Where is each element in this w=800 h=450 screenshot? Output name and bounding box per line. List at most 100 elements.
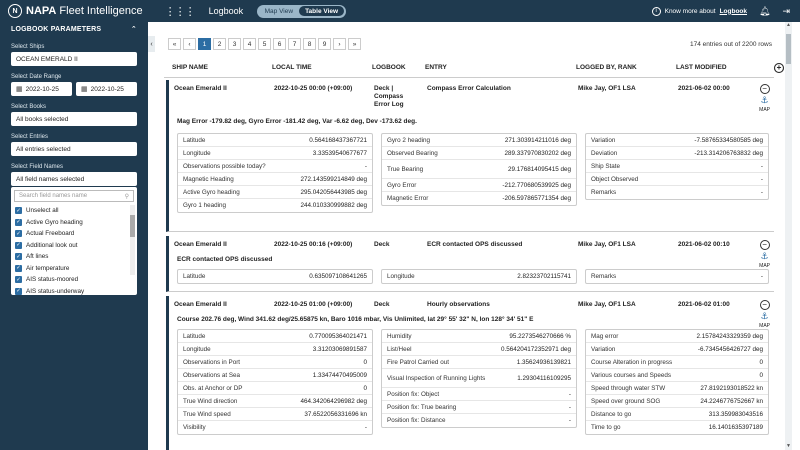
detail-row: Course Alteration in progress 0 xyxy=(586,356,768,369)
logout-icon[interactable]: ⇥ xyxy=(782,6,790,17)
entry-logbook: Deck xyxy=(374,301,390,308)
entry-name: ECR contacted OPS discussed xyxy=(427,241,523,248)
detail-value: 0.635097108641265 xyxy=(309,273,367,280)
field-search-placeholder: Search field names name xyxy=(19,193,88,199)
map-view-toggle[interactable]: Map View xyxy=(259,6,299,16)
entry-actions: − ⚓ MAP xyxy=(759,240,770,269)
field-names-select[interactable]: All field names selected xyxy=(11,172,137,186)
page-prev[interactable]: ‹ xyxy=(183,38,196,50)
col-logbook: LOGBOOK xyxy=(372,64,406,71)
entry-actions: − ⚓ MAP xyxy=(759,84,770,113)
page-1[interactable]: 1 xyxy=(198,38,211,50)
detail-row: Position fix: True bearing - xyxy=(382,401,576,414)
option-item[interactable]: ✓ AIS status-moored xyxy=(11,274,137,286)
table-view-toggle[interactable]: Table View xyxy=(299,6,345,16)
entry-header-row[interactable]: Ocean Emerald II 2022-10-25 00:16 (+09:0… xyxy=(169,236,774,252)
know-more-link[interactable]: i Know more about Logbook xyxy=(651,6,747,16)
map-icon[interactable]: ⚓ xyxy=(761,95,769,106)
page-7[interactable]: 7 xyxy=(288,38,301,50)
detail-value: 3.33539540677677 xyxy=(312,149,367,157)
page-last[interactable]: » xyxy=(348,38,361,50)
checkbox-checked-icon[interactable]: ✓ xyxy=(15,276,22,284)
page-8[interactable]: 8 xyxy=(303,38,316,50)
page-9[interactable]: 9 xyxy=(318,38,331,50)
detail-value: 24.2246776752667 kn xyxy=(700,397,763,405)
date-from-field[interactable]: ▦ 2022-10-25 xyxy=(11,82,72,96)
detail-row: Speed over ground SOG 24.2246776752667 kn xyxy=(586,395,768,408)
options-scroll-thumb[interactable] xyxy=(130,215,135,237)
detail-value: 464.342064296982 deg xyxy=(300,397,367,405)
detail-row: True Wind direction 464.342064296982 deg xyxy=(178,395,372,408)
bell-icon[interactable]: 🔔︎ xyxy=(759,6,770,17)
know-more-logbook-link[interactable]: Logbook xyxy=(720,8,747,15)
detail-row: Obs. at Anchor or DP 0 xyxy=(178,382,372,395)
entries-select[interactable]: All entries selected xyxy=(11,142,137,156)
option-item[interactable]: ✓ Actual Freeboard xyxy=(11,228,137,240)
detail-key: Distance to go xyxy=(591,410,632,418)
sidebar-title: LOGBOOK PARAMETERS xyxy=(11,25,102,33)
detail-value: 272.143599214849 deg xyxy=(300,175,367,183)
page-4[interactable]: 4 xyxy=(243,38,256,50)
entry-time: 2022-10-25 00:00 (+09:00) xyxy=(274,85,353,92)
option-item[interactable]: ✓ Active Gyro heading xyxy=(11,217,137,229)
detail-key: Various courses and Speeds xyxy=(591,371,672,379)
checkbox-checked-icon[interactable]: ✓ xyxy=(15,264,22,272)
scroll-thumb[interactable] xyxy=(786,34,791,64)
checkbox-checked-icon[interactable]: ✓ xyxy=(15,287,22,295)
option-item[interactable]: ✓ AIS status-underway xyxy=(11,286,137,296)
options-scrollbar[interactable] xyxy=(130,205,135,275)
col-local-time: LOCAL TIME xyxy=(272,64,312,71)
detail-row: Magnetic Heading 272.143599214849 deg xyxy=(178,173,372,186)
map-icon[interactable]: ⚓ xyxy=(761,311,769,322)
details-column-3: Variation -7.58765334580585 deg Deviation… xyxy=(585,133,769,200)
details-column-1: Latitude 0.770095364021471 Longitude 3.312… xyxy=(177,329,373,435)
napa-logo[interactable]: N NAPA Fleet Intelligence xyxy=(8,4,143,18)
checkbox-checked-icon[interactable]: ✓ xyxy=(15,253,22,261)
view-toggle[interactable]: Map View Table View xyxy=(257,4,346,18)
page-next[interactable]: › xyxy=(333,38,346,50)
detail-row: Longitude 3.31203069891587 xyxy=(178,343,372,356)
know-more-text: Know more about xyxy=(664,7,716,15)
checkbox-checked-icon[interactable]: ✓ xyxy=(15,207,22,215)
checkbox-checked-icon[interactable]: ✓ xyxy=(15,241,22,249)
option-item[interactable]: ✓ Aft lines xyxy=(11,251,137,263)
detail-value: 1.35624936139821 xyxy=(516,358,571,366)
collapse-sidebar-button[interactable]: ‹ xyxy=(148,36,155,52)
date-to-field[interactable]: ▦ 2022-10-25 xyxy=(76,82,137,96)
detail-row: Various courses and Speeds 0 xyxy=(586,369,768,382)
detail-row: Visibility - xyxy=(178,421,372,434)
page-first[interactable]: « xyxy=(168,38,181,50)
map-icon[interactable]: ⚓ xyxy=(761,251,769,262)
detail-row: Observations in Port 0 xyxy=(178,356,372,369)
apps-grid-icon[interactable]: ⋮⋮⋮ xyxy=(165,5,196,18)
detail-value: 27.8192193018522 kn xyxy=(700,384,763,392)
checkbox-checked-icon[interactable]: ✓ xyxy=(15,218,22,226)
collapse-entry-icon[interactable]: − xyxy=(759,300,770,310)
map-label[interactable]: MAP xyxy=(759,107,770,113)
collapse-entry-icon[interactable]: − xyxy=(759,240,770,250)
scroll-up-icon[interactable]: ▲ xyxy=(785,22,792,29)
option-unselect-all[interactable]: ✓ Unselect all xyxy=(11,205,137,217)
collapse-entry-icon[interactable]: − xyxy=(759,84,770,94)
page-6[interactable]: 6 xyxy=(273,38,286,50)
field-search-input[interactable]: Search field names name ⚲ xyxy=(14,190,134,202)
entry-header-row[interactable]: Ocean Emerald II 2022-10-25 00:00 (+09:0… xyxy=(169,80,774,108)
field-names-label: Select Field Names xyxy=(11,164,64,170)
entry-header-row[interactable]: Ocean Emerald II 2022-10-25 01:00 (+09:0… xyxy=(169,296,774,312)
checkbox-checked-icon[interactable]: ✓ xyxy=(15,230,22,238)
main-scrollbar[interactable]: ▲ ▼ xyxy=(785,22,792,450)
books-select[interactable]: All books selected xyxy=(11,112,137,126)
collapse-all-icon[interactable]: − xyxy=(774,63,784,73)
page-2[interactable]: 2 xyxy=(213,38,226,50)
detail-value: 244.010330999882 deg xyxy=(300,202,367,209)
ships-select[interactable]: OCEAN EMERALD II xyxy=(11,52,137,66)
option-item[interactable]: ✓ Air temperature xyxy=(11,263,137,275)
scroll-down-icon[interactable]: ▼ xyxy=(785,443,792,450)
page-5[interactable]: 5 xyxy=(258,38,271,50)
chevron-up-icon[interactable]: ⌃ xyxy=(131,25,137,33)
detail-row: Variation -7.58765334580585 deg xyxy=(586,134,768,147)
option-item[interactable]: ✓ Additional look out xyxy=(11,240,137,252)
page-3[interactable]: 3 xyxy=(228,38,241,50)
details-column-1: Latitude 0.635097108641265 xyxy=(177,269,373,284)
detail-key: Magnetic Error xyxy=(387,195,429,202)
